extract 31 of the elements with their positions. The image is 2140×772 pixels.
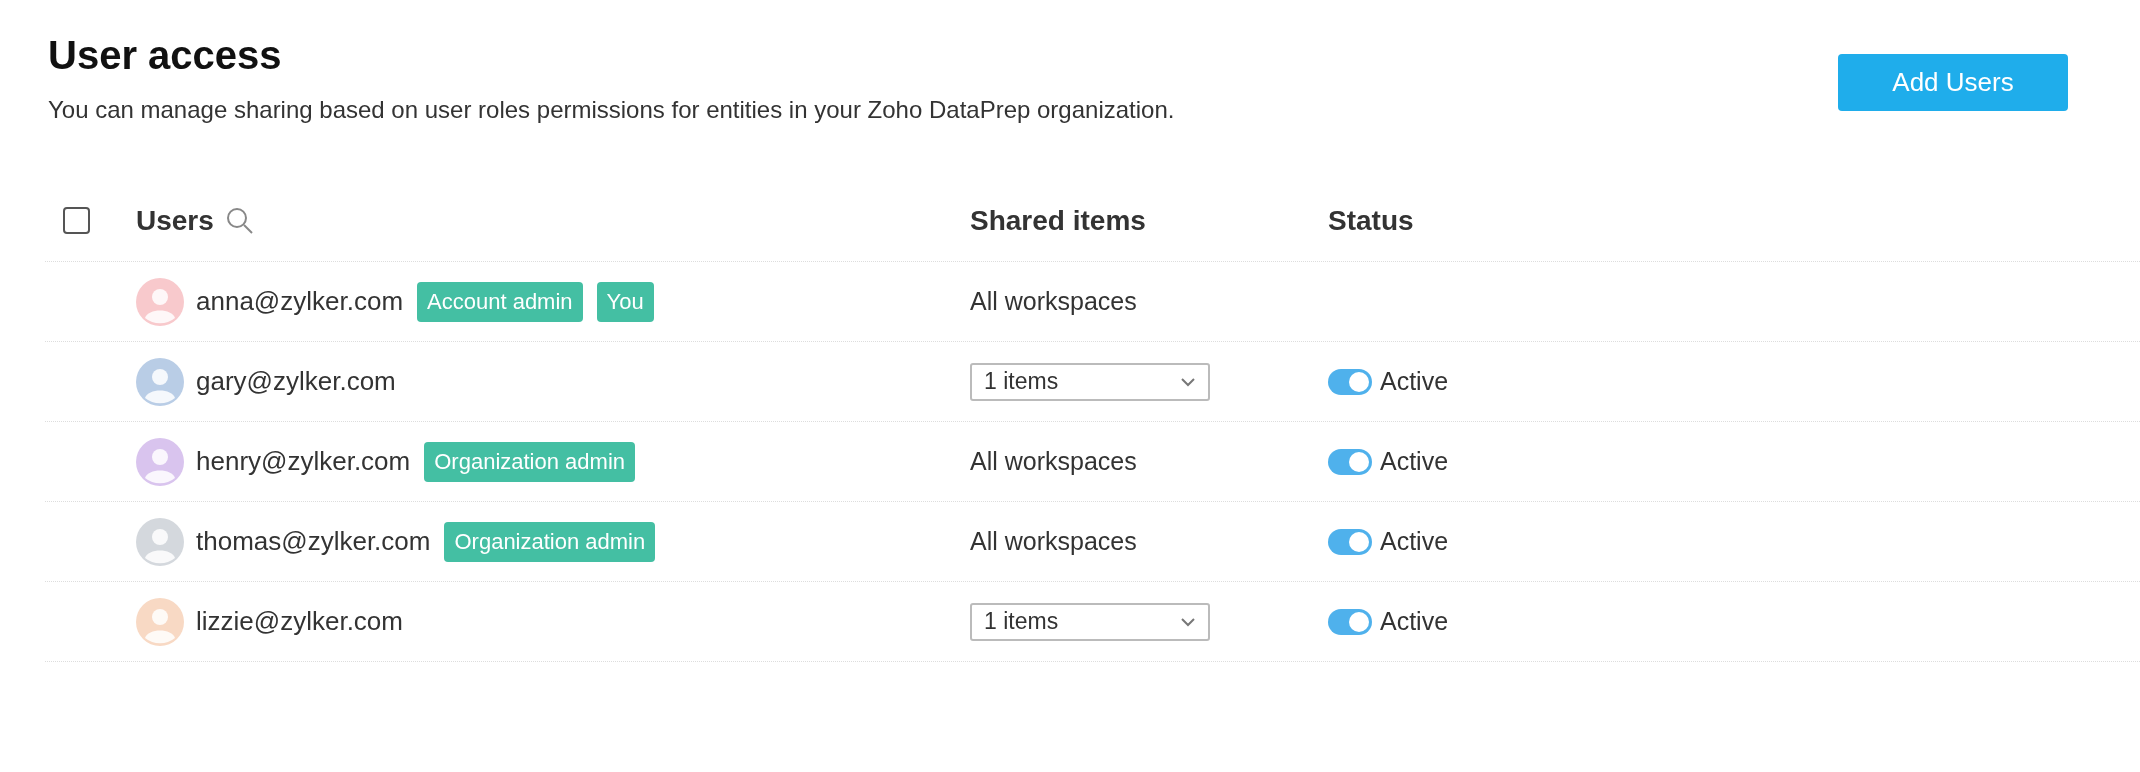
shared-items-text: All workspaces (970, 446, 1137, 475)
page-title: User access (48, 32, 283, 79)
user-email: gary@zylker.com (196, 365, 396, 398)
status-label: Active (1380, 445, 1449, 477)
column-header: Shared items (970, 204, 1146, 236)
status-label: Active (1380, 525, 1449, 557)
chevron-down-icon (1180, 616, 1196, 627)
select-all-checkbox[interactable] (63, 207, 90, 234)
user-email: lizzie@zylker.com (196, 605, 403, 638)
column-header: Users (136, 203, 214, 238)
status-toggle[interactable] (1328, 448, 1372, 475)
role-badge: You (596, 281, 654, 322)
user-email: anna@zylker.com (196, 285, 404, 318)
chevron-down-icon (1180, 376, 1196, 387)
status-label: Active (1380, 365, 1449, 397)
shared-items-dropdown[interactable]: 1 items (970, 602, 1210, 641)
search-icon[interactable] (225, 206, 254, 235)
role-badge: Account admin (417, 281, 583, 322)
status-toggle[interactable] (1328, 608, 1372, 635)
page-description: You can manage sharing based on user roles permissions for entities in your Zoho DataPrep organization. (48, 95, 1175, 125)
status-label: Active (1380, 605, 1449, 637)
role-badge: Organization admin (424, 441, 635, 482)
shared-items-text: All workspaces (970, 526, 1137, 555)
user-email: henry@zylker.com (196, 445, 411, 478)
role-badge: Organization admin (444, 521, 656, 562)
shared-items-text: All workspaces (970, 286, 1137, 315)
shared-items-dropdown[interactable]: 1 items (970, 362, 1210, 401)
status-toggle[interactable] (1328, 368, 1372, 395)
status-toggle[interactable] (1328, 528, 1372, 555)
user-email: thomas@zylker.com (196, 525, 431, 558)
column-header: Status (1328, 204, 1414, 236)
